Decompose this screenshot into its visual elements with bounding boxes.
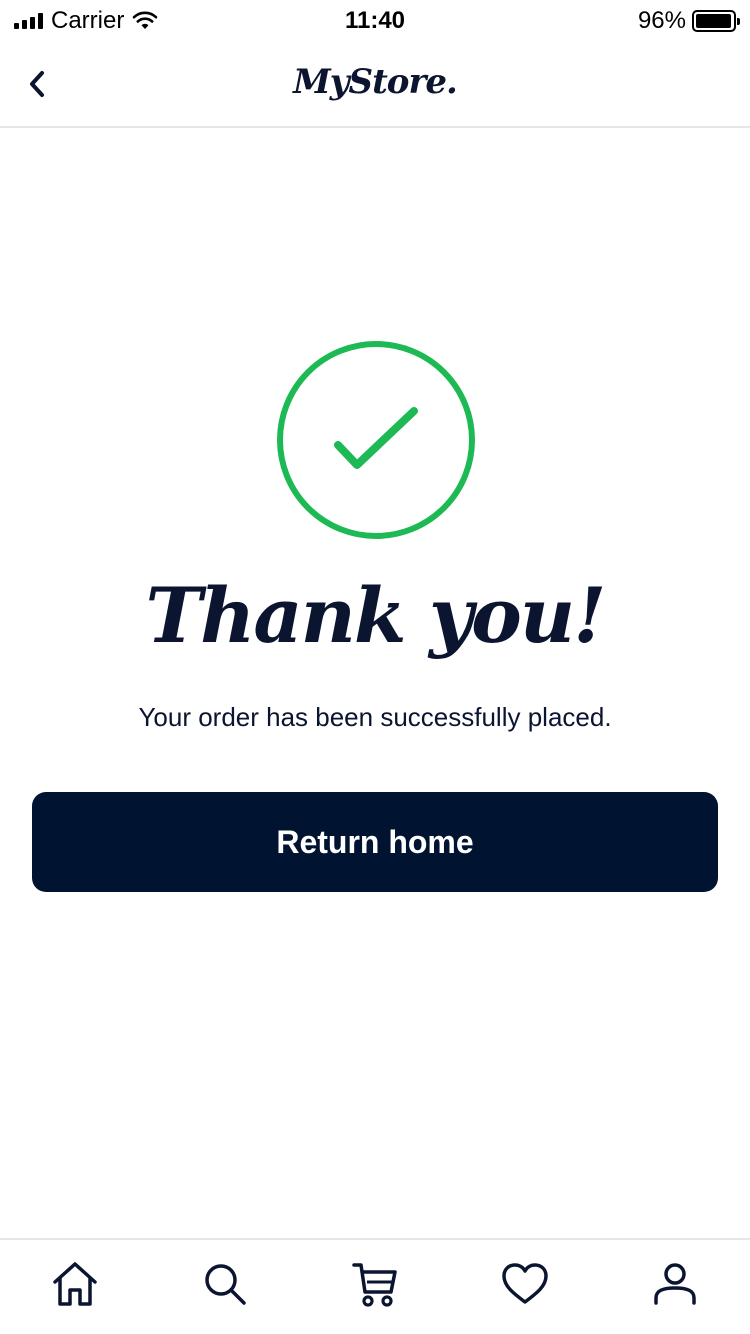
store-logo: MyStore. xyxy=(293,62,458,102)
tab-profile[interactable] xyxy=(600,1240,750,1334)
cart-icon xyxy=(352,1263,397,1307)
tab-cart[interactable] xyxy=(300,1240,450,1334)
thank-you-heading: Thank you! xyxy=(145,571,607,660)
profile-icon xyxy=(654,1263,696,1305)
tab-bar xyxy=(0,1238,750,1334)
battery-icon xyxy=(692,10,740,32)
tab-search[interactable] xyxy=(150,1240,300,1334)
home-icon xyxy=(53,1262,97,1306)
check-circle-icon xyxy=(277,341,475,539)
status-right: 96% xyxy=(637,7,740,34)
heart-icon xyxy=(502,1263,548,1304)
order-success-message: Your order has been successfully placed. xyxy=(138,702,612,732)
return-home-button[interactable]: Return home xyxy=(32,792,718,892)
status-bar: Carrier 11:40 96% xyxy=(0,0,750,42)
tab-home[interactable] xyxy=(0,1240,150,1334)
battery-level-fill xyxy=(696,14,731,28)
search-icon xyxy=(205,1264,246,1305)
nav-bar: MyStore. xyxy=(0,42,750,128)
tab-favorites[interactable] xyxy=(450,1240,600,1334)
battery-percent: 96% xyxy=(637,7,686,34)
